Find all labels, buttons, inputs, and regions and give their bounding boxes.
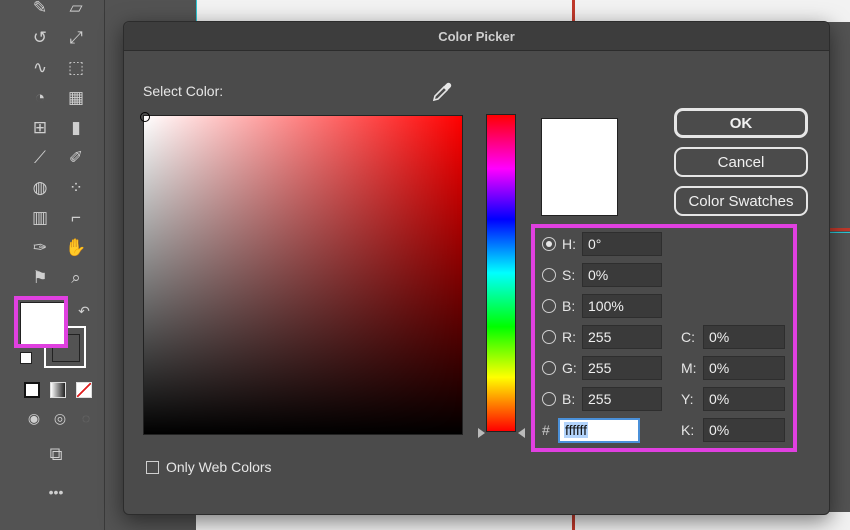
magenta-label: M: <box>681 360 697 376</box>
saturation-field[interactable]: 0% <box>582 263 662 287</box>
shape-builder-icon[interactable]: ◔ <box>26 84 54 112</box>
select-color-label: Select Color: <box>143 83 224 99</box>
draw-behind-icon[interactable]: ◎ <box>46 404 74 432</box>
color-mode-icon[interactable] <box>24 382 40 398</box>
eraser-icon[interactable]: ▱ <box>62 0 90 22</box>
puppet-warp-icon[interactable]: ⚑ <box>26 264 54 292</box>
none-mode-icon[interactable] <box>76 382 92 398</box>
gradient-icon[interactable]: ▮ <box>62 114 90 142</box>
graph-icon[interactable]: ▥ <box>26 204 54 232</box>
mesh-icon[interactable]: ⊞ <box>26 114 54 142</box>
saturation-brightness-field[interactable] <box>140 112 463 435</box>
black-field[interactable]: 0% <box>703 418 785 442</box>
blue-radio[interactable] <box>542 392 556 406</box>
color-preview <box>541 118 618 216</box>
artboard-icon[interactable]: ⌐ <box>62 204 90 232</box>
green-label: G: <box>562 360 577 376</box>
brightness-label: B: <box>562 298 576 314</box>
scale-icon[interactable]: ⤢ <box>62 24 90 52</box>
saturation-radio[interactable] <box>542 268 556 282</box>
dialog-title: Color Picker <box>124 22 829 51</box>
hue-label: H: <box>562 236 576 252</box>
magenta-row: M: 0% <box>681 356 785 380</box>
free-transform-icon[interactable]: ⬚ <box>62 54 90 82</box>
hue-row: H: 0° <box>542 232 662 256</box>
zoom-icon[interactable]: ⌕ <box>62 264 90 292</box>
green-field[interactable]: 255 <box>582 356 662 380</box>
brightness-radio[interactable] <box>542 299 556 313</box>
black-label: K: <box>681 422 695 438</box>
cancel-button[interactable]: Cancel <box>674 147 808 177</box>
eyedropper-icon[interactable]: ✐ <box>62 144 90 172</box>
guide-line <box>572 0 575 22</box>
red-label: R: <box>562 329 576 345</box>
green-row: G: 255 <box>542 356 662 380</box>
cyan-field[interactable]: 0% <box>703 325 785 349</box>
artboard-top-edge <box>196 0 850 22</box>
red-field[interactable]: 255 <box>582 325 662 349</box>
cyan-row: C: 0% <box>681 325 785 349</box>
saturation-label: S: <box>562 267 576 283</box>
hex-field[interactable]: ffffff <box>558 417 640 443</box>
hue-field[interactable]: 0° <box>582 232 662 256</box>
default-colors-icon[interactable] <box>20 352 32 364</box>
black-row: K: 0% <box>681 418 785 442</box>
guide-line <box>828 232 850 233</box>
hue-slider[interactable] <box>486 114 516 432</box>
brightness-row: B: 100% <box>542 294 662 318</box>
hex-value: ffffff <box>564 422 589 438</box>
yellow-row: Y: 0% <box>681 387 785 411</box>
draw-inside-icon[interactable]: ◌ <box>72 404 100 432</box>
yellow-label: Y: <box>681 391 694 407</box>
draw-normal-icon[interactable]: ◉ <box>20 404 48 432</box>
blue-label: B: <box>562 391 576 407</box>
red-radio[interactable] <box>542 330 556 344</box>
hue-radio[interactable] <box>542 237 556 251</box>
rotate-icon[interactable]: ↺ <box>26 24 54 52</box>
only-web-colors-checkbox[interactable] <box>146 460 159 474</box>
blend-icon[interactable]: ◍ <box>26 174 54 202</box>
symbol-sprayer-icon[interactable]: ⁘ <box>62 174 90 202</box>
only-web-colors-label: Only Web Colors <box>166 459 272 475</box>
hue-slider-handle-right[interactable] <box>518 428 525 438</box>
ok-button[interactable]: OK <box>674 108 808 138</box>
blue-field[interactable]: 255 <box>582 387 662 411</box>
yellow-field[interactable]: 0% <box>703 387 785 411</box>
guide-line <box>828 228 850 231</box>
hex-row: # ffffff <box>542 417 640 443</box>
color-marker[interactable] <box>140 112 150 122</box>
tools-panel: ✎ ▱ ↺ ⤢ ∿ ⬚ ◔ ▦ ⊞ ▮ ⟋ ✐ ◍ ⁘ ▥ ⌐ ✑ ✋ ⚑ ⌕ … <box>0 0 105 530</box>
eyedropper-icon[interactable] <box>430 80 454 104</box>
more-tools-icon[interactable]: ••• <box>42 478 70 506</box>
blue-row: B: 255 <box>542 387 662 411</box>
color-picker-dialog: Color Picker Select Color: OK Cancel Col… <box>123 21 830 515</box>
screen-mode-icon[interactable]: ⧉ <box>42 440 70 468</box>
hex-label: # <box>542 422 550 438</box>
measure-icon[interactable]: ⟋ <box>26 144 54 172</box>
perspective-grid-icon[interactable]: ▦ <box>62 84 90 112</box>
fill-swatch-highlight <box>14 296 68 348</box>
only-web-colors-option[interactable]: Only Web Colors <box>146 459 272 475</box>
swap-colors-icon[interactable]: ↶ <box>70 297 98 325</box>
slice-icon[interactable]: ✑ <box>26 234 54 262</box>
green-radio[interactable] <box>542 361 556 375</box>
guide-line <box>196 0 197 22</box>
warp-icon[interactable]: ∿ <box>26 54 54 82</box>
hand-icon[interactable]: ✋ <box>62 234 90 262</box>
cyan-label: C: <box>681 329 695 345</box>
brightness-field[interactable]: 100% <box>582 294 662 318</box>
color-swatches-button[interactable]: Color Swatches <box>674 186 808 216</box>
magenta-field[interactable]: 0% <box>703 356 785 380</box>
gradient-mode-icon[interactable] <box>50 382 66 398</box>
saturation-row: S: 0% <box>542 263 662 287</box>
pencil-icon[interactable]: ✎ <box>26 0 54 22</box>
red-row: R: 255 <box>542 325 662 349</box>
hue-slider-handle-left[interactable] <box>478 428 485 438</box>
